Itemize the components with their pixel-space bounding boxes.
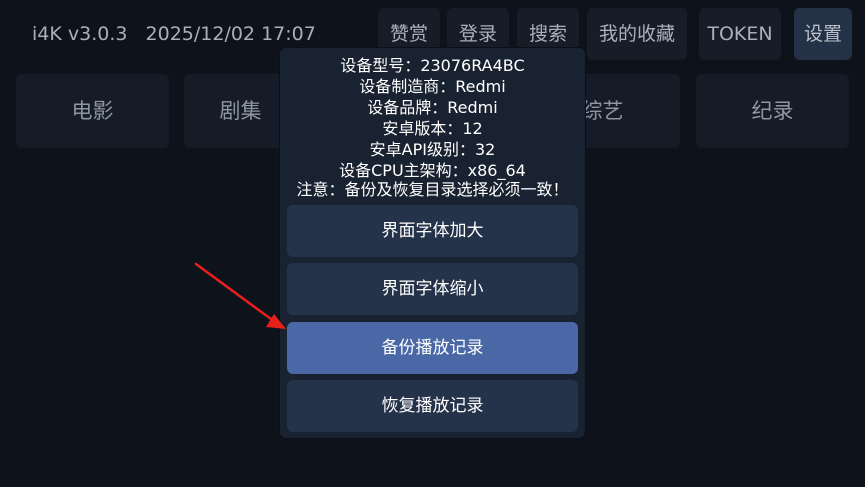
backup-notice: 注意：备份及恢复目录选择必须一致！ [296, 180, 569, 199]
settings-dialog: 设备型号：23076RA4BC 设备制造商：Redmi 设备品牌：Redmi 安… [280, 48, 585, 438]
device-cpu-arch: 设备CPU主架构：x86_64 [339, 161, 526, 180]
device-model: 设备型号：23076RA4BC [340, 56, 525, 75]
category-movies[interactable]: 电影 [16, 74, 169, 148]
font-increase-button[interactable]: 界面字体加大 [287, 205, 578, 257]
favorites-button[interactable]: 我的收藏 [587, 8, 687, 60]
device-manufacturer: 设备制造商：Redmi [359, 77, 506, 96]
datetime: 2025/12/02 17:07 [145, 23, 316, 45]
font-decrease-button[interactable]: 界面字体缩小 [287, 263, 578, 315]
android-version: 安卓版本：12 [382, 119, 483, 138]
settings-button[interactable]: 设置 [794, 8, 852, 60]
token-button[interactable]: TOKEN [699, 8, 781, 60]
android-api-level: 安卓API级别：32 [369, 140, 496, 159]
backup-history-button[interactable]: 备份播放记录 [287, 322, 578, 374]
restore-history-button[interactable]: 恢复播放记录 [287, 380, 578, 432]
category-documentary[interactable]: 纪录 [696, 74, 849, 148]
device-brand: 设备品牌：Redmi [367, 98, 498, 117]
app-screen: i4K v3.0.3 2025/12/02 17:07 赞赏 登录 搜索 我的收… [0, 0, 865, 487]
app-version: i4K v3.0.3 [32, 23, 128, 45]
app-info: i4K v3.0.3 2025/12/02 17:07 [32, 20, 328, 48]
